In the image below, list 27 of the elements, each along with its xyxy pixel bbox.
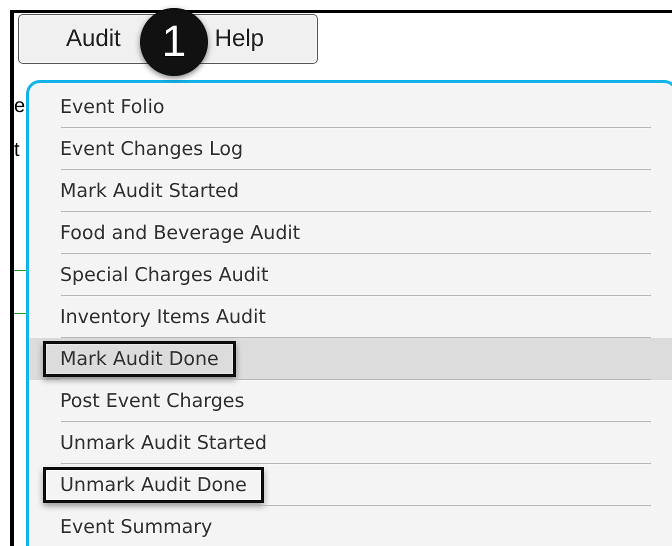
partial-text: t <box>14 139 21 161</box>
menu-item[interactable]: Event Changes Log <box>29 128 672 170</box>
menu-button[interactable]: Audit <box>66 25 121 53</box>
menu-item-label: Post Event Charges <box>59 389 246 414</box>
menu-item-label: Inventory Items Audit <box>59 305 267 330</box>
menu-item[interactable]: Mark Audit Done <box>29 338 672 380</box>
menu-item[interactable]: Inventory Items Audit <box>29 296 672 338</box>
callout-label: Unmark Audit Done <box>43 467 264 503</box>
menu-item-label: Event Folio <box>59 95 166 120</box>
menu-item-label: Unmark Audit Started <box>59 431 268 456</box>
menu-item[interactable]: Mark Audit Started <box>29 170 672 212</box>
menu-button[interactable]: Help <box>214 25 264 53</box>
menu-item[interactable]: Event Summary <box>29 506 672 546</box>
menu-item[interactable]: Event Folio <box>29 86 672 128</box>
step-badge: 1 <box>140 8 208 76</box>
menu-item-label: Special Charges Audit <box>59 263 270 288</box>
menu-item-label: Food and Beverage Audit <box>59 221 302 246</box>
menu-item[interactable]: Unmark Audit Started <box>29 422 672 464</box>
menu-item-label: Event Summary <box>59 515 214 540</box>
menu-item[interactable]: Food and Beverage Audit <box>29 212 672 254</box>
callout-label: Mark Audit Done <box>43 341 236 377</box>
menu-item[interactable]: Special Charges Audit <box>29 254 672 296</box>
menu-item-label: Mark Audit Started <box>59 179 240 204</box>
menu-item-label: Event Changes Log <box>59 137 244 162</box>
partial-text: e <box>14 95 26 117</box>
menu-item[interactable]: Unmark Audit Done <box>29 464 672 506</box>
menu-item[interactable]: Post Event Charges <box>29 380 672 422</box>
